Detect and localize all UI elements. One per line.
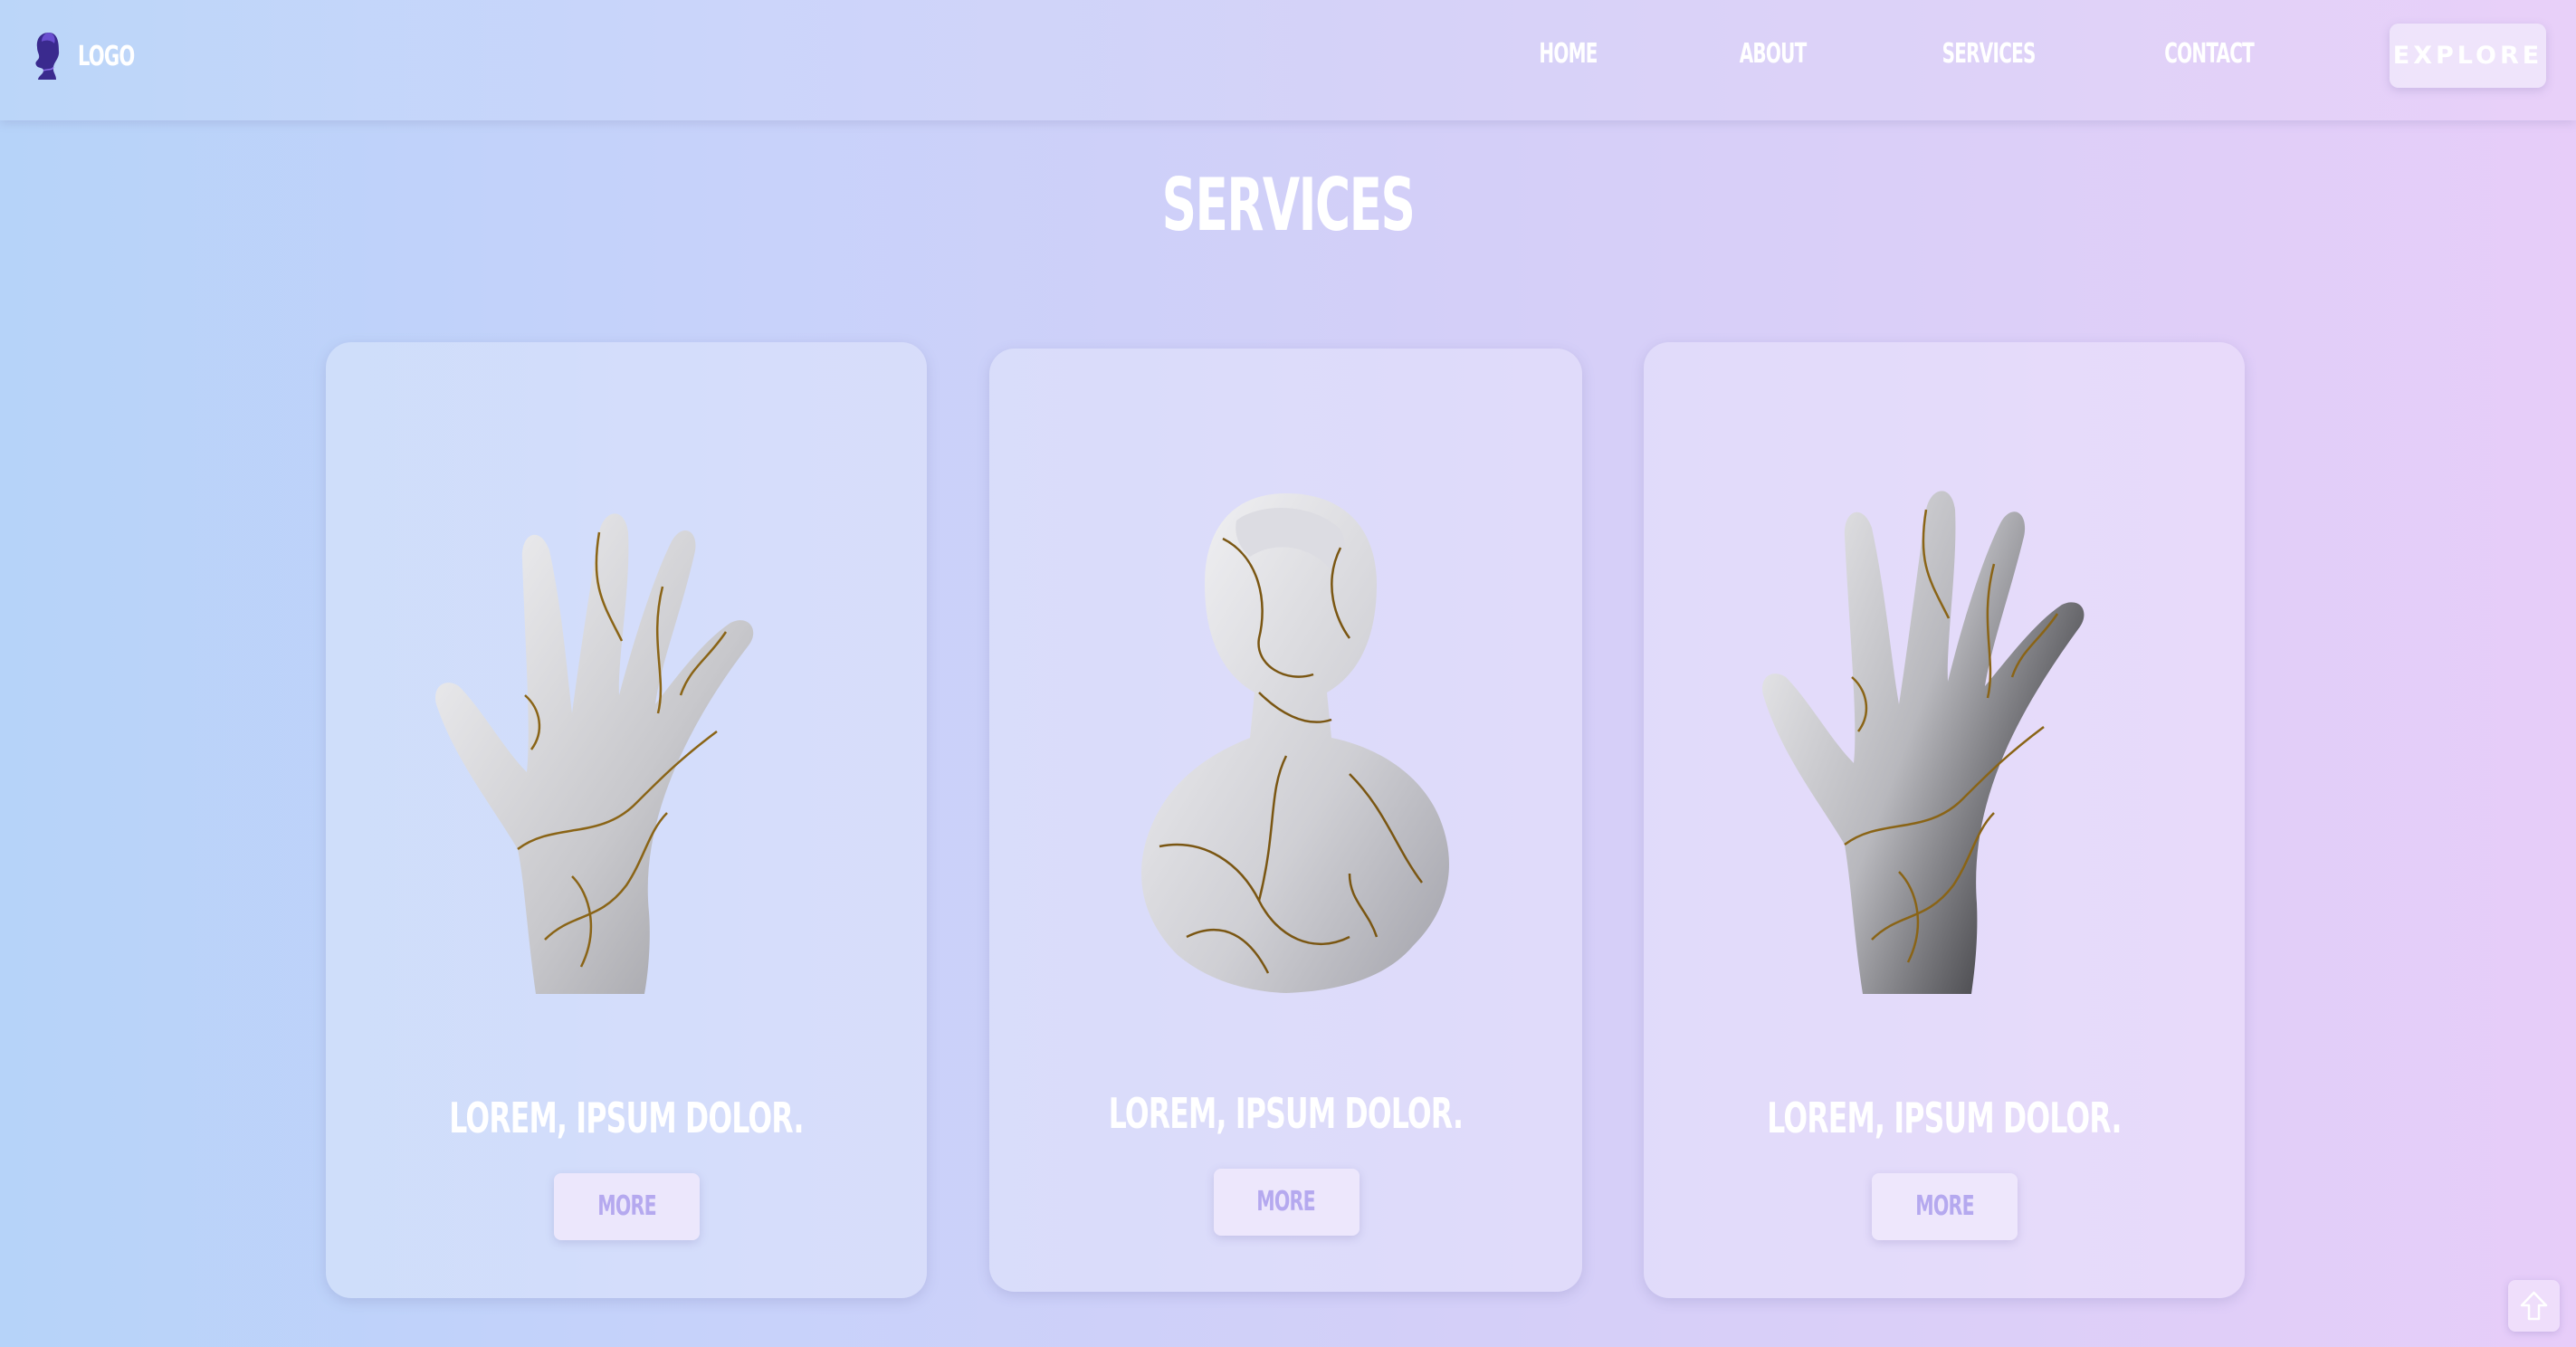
more-button[interactable]: MORE bbox=[1213, 1169, 1360, 1236]
logo[interactable]: LOGO bbox=[29, 31, 150, 81]
more-button-label: MORE bbox=[1256, 1186, 1316, 1218]
marble-hand-icon bbox=[1762, 491, 2085, 994]
marble-bust-icon bbox=[1140, 493, 1449, 993]
page-title: SERVICES bbox=[1161, 163, 1416, 247]
card-title: LOREM, IPSUM DOLOR. bbox=[449, 1094, 804, 1142]
scroll-top-button[interactable] bbox=[2508, 1280, 2560, 1332]
logo-text: LOGO bbox=[78, 40, 135, 72]
card-title: LOREM, IPSUM DOLOR. bbox=[1767, 1094, 2122, 1142]
service-card: LOREM, IPSUM DOLOR. MORE bbox=[1644, 342, 2245, 1298]
marble-hand-icon bbox=[435, 513, 754, 994]
nav-about-link[interactable]: ABOUT bbox=[1740, 36, 1808, 72]
service-card: LOREM, IPSUM DOLOR. MORE bbox=[989, 349, 1582, 1292]
card-title: LOREM, IPSUM DOLOR. bbox=[1108, 1089, 1464, 1138]
bust-logo-icon bbox=[35, 33, 60, 80]
more-button-label: MORE bbox=[1915, 1190, 1974, 1222]
explore-button[interactable]: EXPLORE bbox=[2390, 24, 2546, 88]
more-button[interactable]: MORE bbox=[1872, 1173, 2018, 1240]
service-card: LOREM, IPSUM DOLOR. MORE bbox=[326, 342, 927, 1298]
more-button-label: MORE bbox=[597, 1190, 656, 1222]
nav-services-link[interactable]: SERVICES bbox=[1942, 36, 2037, 72]
nav-home-link[interactable]: HOME bbox=[1539, 36, 1598, 72]
navbar: LOGO HOME ABOUT SERVICES CONTACT EXPLORE bbox=[0, 0, 2576, 120]
nav-contact-link[interactable]: CONTACT bbox=[2164, 36, 2255, 72]
arrow-up-icon bbox=[2520, 1291, 2548, 1321]
more-button[interactable]: MORE bbox=[554, 1173, 700, 1240]
